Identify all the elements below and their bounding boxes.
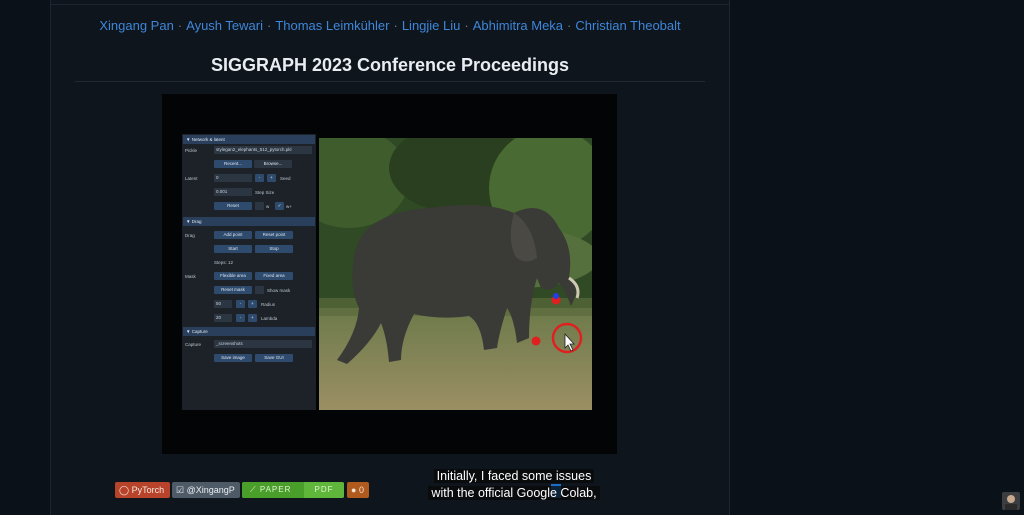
- stop-button[interactable]: Stop: [255, 245, 293, 253]
- author-separator: ·: [266, 18, 272, 33]
- w-label: w: [266, 204, 270, 209]
- save-image-button[interactable]: Save image: [214, 354, 252, 362]
- lambda-label: Lambda: [261, 316, 278, 321]
- author-separator: ·: [393, 18, 398, 33]
- author-link[interactable]: Ayush Tewari: [186, 18, 263, 33]
- elephant-image-canvas[interactable]: [319, 138, 592, 410]
- author-link[interactable]: Lingjie Liu: [402, 18, 461, 33]
- mask-label: Mask: [185, 274, 196, 279]
- pytorch-icon: ◯: [119, 485, 132, 495]
- radius-label: Radius: [261, 302, 276, 307]
- author-link[interactable]: Xingang Pan: [99, 18, 173, 33]
- pickle-field[interactable]: stylegan2_elephants_512_pytorch.pkl: [214, 146, 312, 154]
- lambda-plus-button[interactable]: +: [248, 314, 257, 322]
- twitter-badge[interactable]: ☑ @XingangP: [172, 482, 240, 498]
- pickle-label: Pickle: [185, 148, 198, 153]
- fixed-area-button[interactable]: Fixed area: [255, 272, 293, 280]
- target-point-trunk[interactable]: [553, 293, 559, 299]
- elephant-illustration: [319, 138, 592, 410]
- pytorch-badge[interactable]: ◯ PyTorch: [115, 482, 170, 498]
- top-divider: [51, 4, 729, 5]
- code-badge[interactable]: ● 0: [347, 482, 369, 498]
- section-header-drag[interactable]: ▼ Drag: [183, 217, 315, 226]
- reset-button[interactable]: Reset: [214, 202, 252, 210]
- recent-button[interactable]: Recent...: [214, 160, 252, 168]
- lambda-field[interactable]: 20: [214, 314, 232, 322]
- step-size-field[interactable]: 0.001: [214, 188, 252, 196]
- paper-badge[interactable]: ⟋ PAPER PDF: [242, 482, 344, 498]
- author-list: Xingang Pan · Ayush Tewari · Thomas Leimkühl…: [51, 18, 729, 33]
- latent-field[interactable]: 0: [214, 174, 252, 182]
- subtitle-line-1: Initially, I faced some issues: [433, 469, 595, 483]
- section-header-capture[interactable]: ▼ Capture: [183, 327, 315, 336]
- add-point-button[interactable]: Add point: [214, 231, 252, 239]
- latent-label: Latent: [185, 176, 198, 181]
- seed-label: Seed: [280, 176, 291, 181]
- author-link[interactable]: Christian Theobalt: [575, 18, 680, 33]
- latent-minus-button[interactable]: -: [255, 174, 264, 182]
- radius-field[interactable]: 50: [214, 300, 232, 308]
- drag-label: Drag: [185, 233, 195, 238]
- capture-label: Capture: [185, 342, 202, 347]
- radius-plus-button[interactable]: +: [248, 300, 257, 308]
- subtitle-line-2: with the official Google Colab,: [428, 486, 600, 500]
- venue-divider: [75, 81, 705, 82]
- author-link[interactable]: Abhimitra Meka: [473, 18, 563, 33]
- twitter-icon: ☑: [176, 485, 187, 495]
- w-checkbox[interactable]: [255, 202, 264, 210]
- author-separator: ·: [464, 18, 469, 33]
- video-subtitle: Initially, I faced some issues with the …: [424, 468, 604, 502]
- draggan-gui-panel: ▼ Network & latent Pickle stylegan2_elep…: [182, 134, 316, 410]
- paper-icon: ⟋: [250, 485, 260, 494]
- latent-plus-button[interactable]: +: [267, 174, 276, 182]
- wplus-checkbox[interactable]: ✓: [275, 202, 284, 210]
- reset-point-button[interactable]: Reset point: [255, 231, 293, 239]
- presenter-avatar: [1002, 492, 1020, 510]
- radius-minus-button[interactable]: -: [236, 300, 245, 308]
- person-icon: [1005, 495, 1017, 510]
- save-gui-button[interactable]: Save GUI: [255, 354, 293, 362]
- venue-title: SIGGRAPH 2023 Conference Proceedings: [210, 55, 570, 75]
- wplus-label: w+: [286, 204, 292, 209]
- flexible-area-button[interactable]: Flexible area: [214, 272, 252, 280]
- reset-mask-button[interactable]: Reset mask: [214, 286, 252, 294]
- browse-button[interactable]: Browse...: [254, 160, 292, 168]
- badge-icon: ●: [351, 485, 359, 495]
- capture-path-field[interactable]: _screenshots: [214, 340, 312, 348]
- section-header-network[interactable]: ▼ Network & latent: [183, 135, 315, 144]
- author-link[interactable]: Thomas Leimkühler: [275, 18, 389, 33]
- start-button[interactable]: Start: [214, 245, 252, 253]
- author-separator: ·: [567, 18, 572, 33]
- show-mask-label: Show mask: [267, 288, 291, 293]
- handle-point-foot[interactable]: [531, 336, 541, 346]
- lambda-minus-button[interactable]: -: [236, 314, 245, 322]
- step-size-label: Step Size: [255, 190, 275, 195]
- show-mask-checkbox[interactable]: [255, 286, 264, 294]
- demo-video[interactable]: ▼ Network & latent Pickle stylegan2_elep…: [162, 94, 617, 454]
- steps-counter: Steps: 12: [214, 260, 234, 265]
- author-separator: ·: [177, 18, 183, 33]
